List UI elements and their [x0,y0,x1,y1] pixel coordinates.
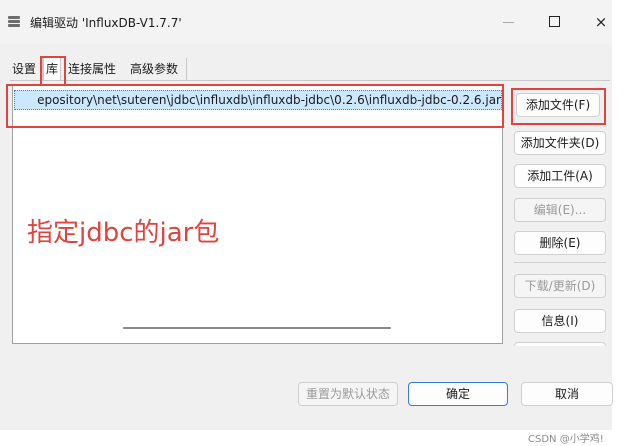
database-icon [8,16,20,28]
add-file-button[interactable]: 添加文件(F) [516,93,600,117]
close-button[interactable]: × [584,8,618,36]
watermark: CSDN @小学鸡! [528,434,604,445]
add-artifact-button[interactable]: 添加工件(A) [514,164,606,188]
library-item[interactable]: epository\net\suteren\jdbc\influxdb\infl… [14,90,502,110]
horizontal-scrollbar[interactable] [123,327,391,329]
delete-button[interactable]: 删除(E) [514,231,606,255]
partial-button[interactable] [514,342,606,346]
title-bar[interactable]: 编辑驱动 'InfluxDB-V1.7.7' × [0,0,612,44]
tab-library[interactable]: 库 [43,57,61,81]
reset-defaults-button[interactable]: 重置为默认状态 [298,382,398,406]
ok-button[interactable]: 确定 [408,382,508,406]
maximize-icon [549,16,560,27]
minimize-button[interactable] [492,8,526,36]
button-separator [514,262,606,263]
edit-driver-dialog: 编辑驱动 'InfluxDB-V1.7.7' × 设置 库 连接属性 高级参数 … [0,0,613,430]
download-update-button[interactable]: 下载/更新(D) [514,274,606,298]
tab-advanced-parameters[interactable]: 高级参数 [128,58,187,80]
edit-button[interactable]: 编辑(E)... [514,198,606,222]
tab-divider [10,80,610,81]
cancel-button[interactable]: 取消 [521,382,613,406]
annotation-text: 指定jdbc的jar包 [27,218,220,248]
info-button[interactable]: 信息(I) [514,309,606,333]
add-folder-button[interactable]: 添加文件夹(D) [514,131,606,155]
minimize-icon [503,22,514,23]
maximize-button[interactable] [538,8,572,36]
tab-settings[interactable]: 设置 [10,58,43,80]
tab-connection-properties[interactable]: 连接属性 [66,58,129,80]
window-title: 编辑驱动 'InfluxDB-V1.7.7' [30,16,182,30]
close-icon: × [594,13,608,31]
